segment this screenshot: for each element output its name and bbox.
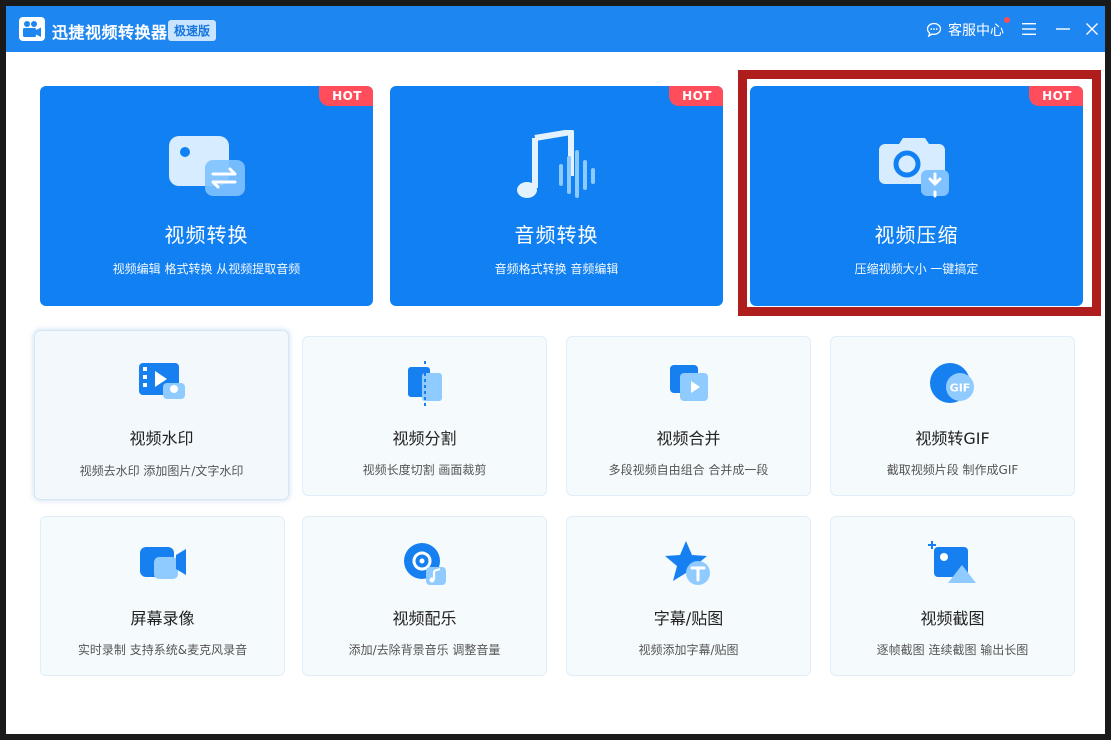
tool-card-title: 视频转GIF	[915, 429, 990, 448]
feature-card-subtitle: 压缩视频大小 一键搞定	[854, 262, 979, 276]
feature-card-title: 视频压缩	[874, 223, 959, 247]
screen-record-icon	[136, 539, 190, 589]
tool-card-screen-record[interactable]: 屏幕录像 实时录制 支持系统&麦克风录音	[40, 516, 285, 676]
hot-badge: HOT	[319, 86, 373, 106]
audio-convert-icon	[515, 129, 599, 202]
video-convert-icon	[165, 130, 249, 202]
video-to-gif-icon: GIF	[926, 359, 980, 409]
subtitle-sticker-icon	[662, 539, 716, 589]
app-title: 迅捷视频转换器	[52, 23, 168, 42]
feature-card-video-compress[interactable]: HOT 视频压缩 压缩视频大小 一键搞定	[750, 86, 1083, 306]
tool-card-subtitle: 添加/去除背景音乐 调整音量	[348, 643, 501, 657]
tool-card-video-music[interactable]: 视频配乐 添加/去除背景音乐 调整音量	[302, 516, 547, 676]
tool-card-video-split[interactable]: 视频分割 视频长度切割 画面裁剪	[302, 336, 547, 496]
camera-logo-icon	[18, 16, 46, 42]
video-music-icon	[398, 539, 452, 589]
video-compress-icon	[875, 130, 959, 202]
tool-card-subtitle: 视频去水印 添加图片/文字水印	[79, 464, 244, 478]
tool-card-title: 视频截图	[920, 609, 985, 628]
tool-card-video-merge[interactable]: 视频合并 多段视频自由组合 合并成一段	[566, 336, 811, 496]
feature-card-title: 音频转换	[514, 223, 599, 247]
notification-dot	[1004, 17, 1010, 23]
feature-card-title: 视频转换	[164, 223, 249, 247]
tool-card-title: 屏幕录像	[130, 609, 195, 628]
tool-card-title: 视频水印	[129, 429, 194, 448]
tool-card-subtitle: 视频长度切割 画面裁剪	[362, 463, 487, 477]
customer-service-button[interactable]: 客服中心	[926, 17, 1010, 40]
tool-card-subtitle: 截取视频片段 制作成GIF	[886, 463, 1019, 477]
app-window: 迅捷视频转换器 极速版 客服中心 HOT 视频转换 视频编辑 格式转换 从视频提…	[6, 6, 1105, 734]
edition-badge: 极速版	[168, 20, 217, 41]
hot-badge: HOT	[1029, 86, 1083, 106]
tool-card-video-watermark[interactable]: 视频水印 视频去水印 添加图片/文字水印	[34, 330, 289, 500]
tool-card-title: 视频分割	[392, 429, 457, 448]
video-split-icon	[398, 359, 452, 409]
feature-card-audio-convert[interactable]: HOT 音频转换 音频格式转换 音频编辑	[390, 86, 723, 306]
video-watermark-icon	[135, 357, 189, 407]
gif-label: GIF	[949, 382, 970, 395]
feature-card-video-convert[interactable]: HOT 视频转换 视频编辑 格式转换 从视频提取音频	[40, 86, 373, 306]
tool-card-video-screenshot[interactable]: 视频截图 逐帧截图 连续截图 输出长图	[830, 516, 1075, 676]
feature-card-subtitle: 视频编辑 格式转换 从视频提取音频	[112, 262, 301, 276]
tool-card-video-to-gif[interactable]: GIF 视频转GIF 截取视频片段 制作成GIF	[830, 336, 1075, 496]
minimize-icon[interactable]	[1052, 18, 1074, 40]
tool-card-subtitle: 多段视频自由组合 合并成一段	[608, 463, 769, 477]
chat-bubble-icon	[926, 22, 942, 38]
hamburger-menu-icon[interactable]	[1018, 18, 1040, 40]
tool-card-subtitle: 逐帧截图 连续截图 输出长图	[876, 643, 1029, 657]
customer-service-label: 客服中心	[948, 23, 1004, 39]
video-merge-icon	[662, 359, 716, 409]
tool-card-subtitle-sticker[interactable]: 字幕/贴图 视频添加字幕/贴图	[566, 516, 811, 676]
video-screenshot-icon	[926, 539, 980, 589]
hot-badge: HOT	[669, 86, 723, 106]
tool-card-title: 视频配乐	[392, 609, 457, 628]
close-icon[interactable]	[1081, 18, 1103, 40]
tool-card-title: 字幕/贴图	[653, 609, 724, 628]
title-bar: 迅捷视频转换器 极速版 客服中心	[6, 6, 1105, 52]
feature-card-subtitle: 音频格式转换 音频编辑	[494, 262, 619, 276]
tool-card-subtitle: 实时录制 支持系统&麦克风录音	[77, 643, 248, 657]
tool-card-title: 视频合并	[656, 429, 721, 448]
tool-card-subtitle: 视频添加字幕/贴图	[638, 643, 739, 657]
